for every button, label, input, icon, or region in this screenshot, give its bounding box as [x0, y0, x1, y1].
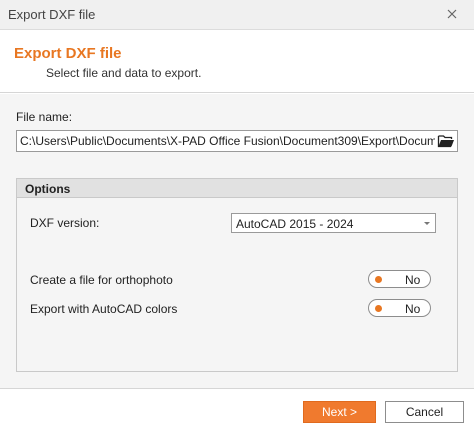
dxf-version-label: DXF version:	[30, 216, 100, 230]
window-title: Export DXF file	[8, 7, 96, 22]
options-title: Options	[25, 182, 71, 196]
orthophoto-value: No	[405, 273, 421, 287]
dxf-version-select[interactable]: AutoCAD 2015 - 2024	[231, 213, 436, 233]
header-subtitle: Select file and data to export.	[46, 66, 202, 80]
autocad-colors-toggle[interactable]: No	[368, 299, 431, 317]
dxf-version-value: AutoCAD 2015 - 2024	[236, 217, 354, 231]
autocad-colors-value: No	[405, 302, 421, 316]
autocad-colors-label: Export with AutoCAD colors	[30, 302, 178, 316]
options-header: Options	[17, 179, 457, 198]
folder-open-icon[interactable]	[437, 133, 455, 149]
options-group: Options DXF version: AutoCAD 2015 - 2024…	[16, 178, 458, 372]
dialog-content: File name: Options DXF version: AutoCAD …	[0, 94, 474, 388]
toggle-indicator	[375, 276, 382, 283]
chevron-down-icon	[424, 222, 430, 225]
cancel-button[interactable]: Cancel	[385, 401, 464, 423]
file-name-input[interactable]	[20, 133, 435, 149]
header-title: Export DXF file	[14, 45, 122, 62]
next-button[interactable]: Next >	[303, 401, 376, 423]
close-icon[interactable]	[444, 6, 460, 22]
orthophoto-toggle[interactable]: No	[368, 270, 431, 288]
title-bar: Export DXF file	[0, 0, 474, 30]
file-name-label: File name:	[16, 110, 73, 124]
dialog-header: Export DXF file Select file and data to …	[0, 31, 474, 93]
dialog-footer: Next > Cancel	[0, 388, 474, 433]
orthophoto-label: Create a file for orthophoto	[30, 273, 173, 287]
file-name-field	[16, 130, 458, 152]
toggle-indicator	[375, 305, 382, 312]
